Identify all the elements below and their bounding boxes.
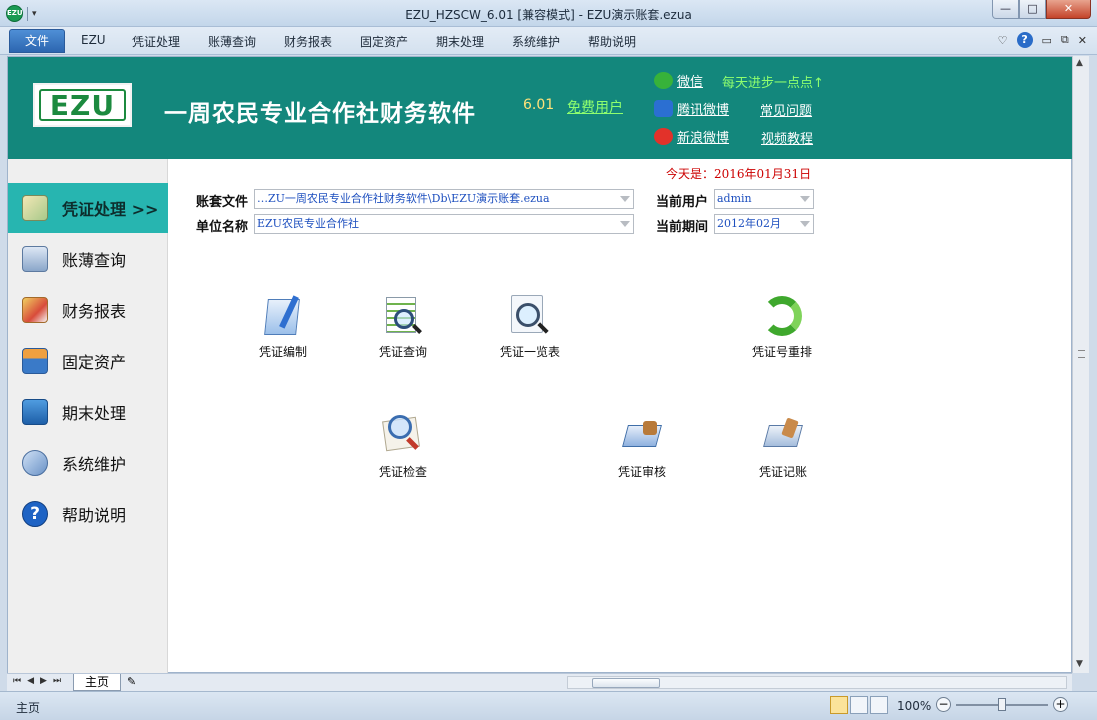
video-tutorial-link[interactable]: 视频教程 [761, 128, 813, 147]
doc-restore-icon[interactable]: ⧉ [1061, 33, 1069, 47]
chevron-down-icon [620, 196, 630, 202]
today-date: 今天是：2016年01月31日 [666, 167, 812, 181]
zoom-in-button[interactable]: + [1053, 697, 1068, 712]
ledger-icon [22, 246, 48, 272]
insert-sheet-icon[interactable]: ✎ [127, 675, 136, 688]
title-bar: EZU ▾ EZU_HZSCW_6.01 [兼容模式] - EZU演示账套.ez… [0, 0, 1097, 27]
sheet-nav-arrows[interactable]: ⏮◀▶⏭ [13, 676, 67, 686]
menu-item-maintenance[interactable]: 系统维护 [512, 33, 560, 50]
voucher-list-button[interactable]: 凭证一览表 [484, 293, 576, 360]
document-search-icon [380, 293, 426, 339]
asset-icon [22, 348, 48, 374]
menu-bar: 文件 EZU 凭证处理 账薄查询 财务报表 固定资产 期末处理 系统维护 帮助说… [0, 27, 1097, 55]
list-search-icon [507, 293, 553, 339]
voucher-compile-button[interactable]: 凭证编制 [237, 293, 329, 360]
tencent-weibo-link[interactable]: 腾讯微博 [654, 99, 729, 118]
ribbon-controls: ♡ ? ▭ ⧉ ✕ [998, 32, 1087, 48]
sina-weibo-icon [654, 128, 673, 145]
wechat-icon [654, 72, 673, 89]
sidebar-item-assets[interactable]: 固定资产 [8, 336, 168, 386]
free-user-link[interactable]: 免费用户 [567, 97, 623, 117]
ribbon-collapse-icon[interactable]: ♡ [998, 34, 1008, 47]
menu-item-assets[interactable]: 固定资产 [360, 33, 408, 50]
current-user-select[interactable]: admin [714, 189, 814, 209]
notepad-pen-icon [260, 293, 306, 339]
menu-item-ezu[interactable]: EZU [81, 33, 106, 47]
normal-view-icon[interactable] [830, 696, 848, 714]
report-icon [22, 297, 48, 323]
voucher-post-button[interactable]: 凭证记账 [737, 413, 829, 480]
sidebar-item-ledger[interactable]: 账薄查询 [8, 234, 168, 284]
vertical-scrollbar[interactable]: ▲ ▼ [1072, 56, 1089, 673]
voucher-icon [22, 195, 48, 221]
zoom-slider-thumb[interactable] [998, 698, 1006, 711]
wechat-link[interactable]: 微信 [654, 71, 703, 90]
sidebar: 凭证处理 >> 账薄查询 财务报表 固定资产 期末处理 系统维护 ? 帮助说明 [8, 159, 168, 674]
voucher-query-button[interactable]: 凭证查询 [357, 293, 449, 360]
refresh-icon [759, 293, 805, 339]
slogan: 每天进步一点点↑ [722, 76, 824, 91]
app-title: 一周农民专业合作社财务软件 [164, 101, 476, 127]
zoom-out-button[interactable]: − [936, 697, 951, 712]
status-text: 主页 [16, 701, 41, 715]
sheet-content: EZU 一周农民专业合作社财务软件 6.01 免费用户 微信 每天进步一点点↑ … [7, 56, 1073, 674]
menu-item-period-end[interactable]: 期末处理 [436, 33, 484, 50]
minimize-button[interactable]: — [992, 0, 1019, 19]
period-end-icon [22, 399, 48, 425]
current-period-label: 当前期间 [656, 220, 709, 235]
current-period-select[interactable]: 2012年02月 [714, 214, 814, 234]
account-file-label: 账套文件 [196, 195, 249, 210]
zoom-level[interactable]: 100% [897, 699, 931, 713]
sheet-tab-bar: ⏮◀▶⏭ 主页 ✎ [7, 673, 1072, 691]
account-file-select[interactable]: …ZU一周农民专业合作社财务软件\Db\EZU演示账套.ezua [254, 189, 634, 209]
horizontal-scrollbar[interactable] [567, 676, 1067, 689]
menu-item-voucher[interactable]: 凭证处理 [132, 33, 180, 50]
sina-weibo-link[interactable]: 新浪微博 [654, 127, 729, 146]
version-label: 6.01 [523, 97, 555, 113]
doc-close-icon[interactable]: ✕ [1078, 34, 1087, 47]
maximize-button[interactable]: □ [1019, 0, 1046, 19]
question-icon: ? [22, 501, 48, 527]
scroll-grip[interactable] [1078, 350, 1085, 358]
window-controls: — □ ✕ [992, 0, 1091, 19]
close-button[interactable]: ✕ [1046, 0, 1091, 19]
current-user-label: 当前用户 [656, 195, 709, 210]
voucher-audit-button[interactable]: 凭证审核 [596, 413, 688, 480]
posting-icon [760, 413, 806, 459]
audit-stamp-icon [619, 413, 665, 459]
app-header: EZU 一周农民专业合作社财务软件 6.01 免费用户 微信 每天进步一点点↑ … [8, 57, 1073, 159]
status-bar: 主页 100% − + [0, 691, 1097, 720]
sheet-tab-home[interactable]: 主页 [73, 674, 121, 691]
sidebar-item-maintenance[interactable]: 系统维护 [8, 438, 168, 488]
unit-name-label: 单位名称 [196, 220, 249, 235]
scroll-thumb[interactable] [592, 678, 660, 688]
window-title: EZU_HZSCW_6.01 [兼容模式] - EZU演示账套.ezua [405, 8, 692, 22]
menu-item-help[interactable]: 帮助说明 [588, 33, 636, 50]
voucher-renumber-button[interactable]: 凭证号重排 [736, 293, 828, 360]
sidebar-item-voucher[interactable]: 凭证处理 >> [8, 183, 168, 233]
menu-item-reports[interactable]: 财务报表 [284, 33, 332, 50]
page-layout-view-icon[interactable] [850, 696, 868, 714]
sidebar-item-help[interactable]: ? 帮助说明 [8, 489, 168, 539]
help-icon[interactable]: ? [1016, 32, 1033, 48]
view-buttons [830, 696, 888, 714]
doc-minimize-icon[interactable]: ▭ [1042, 34, 1052, 47]
sidebar-item-reports[interactable]: 财务报表 [8, 285, 168, 335]
unit-name-select[interactable]: EZU农民专业合作社 [254, 214, 634, 234]
magnifier-icon [380, 413, 426, 459]
page-break-view-icon[interactable] [870, 696, 888, 714]
chevron-down-icon [620, 221, 630, 227]
maintenance-icon [22, 450, 48, 476]
file-menu-button[interactable]: 文件 [9, 29, 65, 53]
ezu-logo: EZU [33, 83, 132, 127]
faq-link[interactable]: 常见问题 [760, 100, 812, 119]
scroll-down-icon[interactable]: ▼ [1076, 659, 1083, 669]
voucher-check-button[interactable]: 凭证检查 [357, 413, 449, 480]
chevron-down-icon [800, 196, 810, 202]
menu-item-ledger[interactable]: 账薄查询 [208, 33, 256, 50]
chevron-down-icon [800, 221, 810, 227]
tencent-weibo-icon [654, 100, 673, 117]
scroll-up-icon[interactable]: ▲ [1076, 58, 1083, 68]
sidebar-item-period-end[interactable]: 期末处理 [8, 387, 168, 437]
